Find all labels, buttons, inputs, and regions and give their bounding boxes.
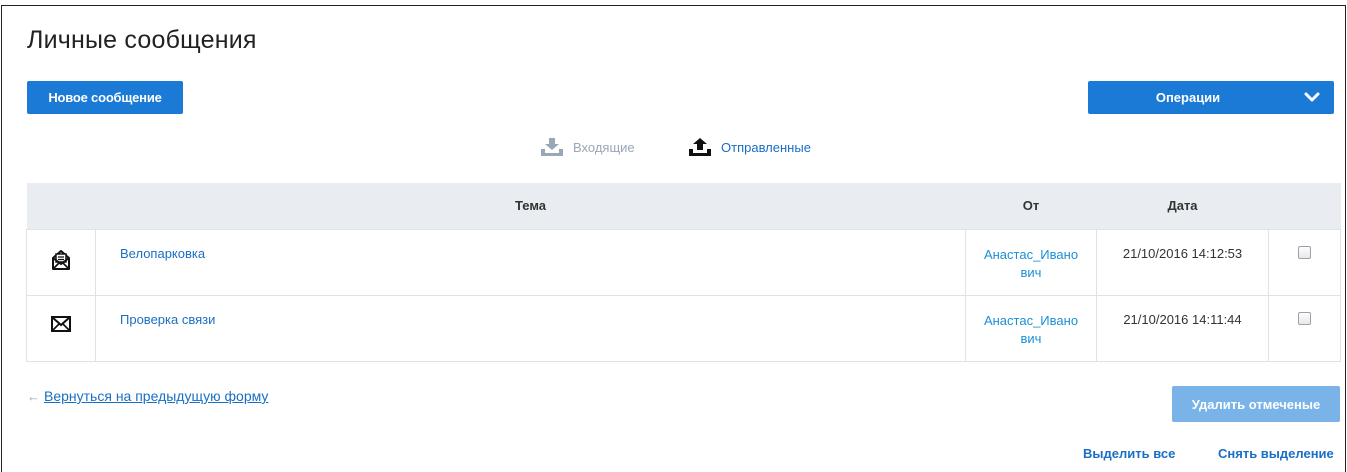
operations-label: Операции bbox=[1155, 90, 1221, 105]
message-checkbox[interactable] bbox=[1298, 311, 1311, 325]
message-checkbox-cell bbox=[1268, 228, 1341, 296]
back-arrow-icon: ← bbox=[27, 388, 40, 404]
message-checkbox-cell bbox=[1268, 294, 1341, 362]
folder-inbox-label: Входящие bbox=[573, 139, 635, 155]
sender-name-line1: Анастас_Ивано bbox=[983, 246, 1079, 262]
operations-dropdown-button[interactable]: Операции bbox=[1088, 81, 1334, 114]
message-checkbox[interactable] bbox=[1298, 245, 1311, 259]
table-row[interactable]: Велопарковка Анастас_Ивано вич 21/10/201… bbox=[26, 228, 1341, 296]
message-subject-link[interactable]: Проверка связи bbox=[95, 294, 966, 362]
envelope-open-icon bbox=[52, 249, 70, 270]
back-link-label[interactable]: Вернуться на предыдущую форму bbox=[44, 388, 268, 404]
sender-name-line1: Анастас_Ивано bbox=[983, 312, 1079, 328]
inbox-download-icon bbox=[541, 138, 563, 156]
envelope-icon bbox=[51, 315, 71, 332]
delete-selected-button[interactable]: Удалить отмеченые bbox=[1172, 386, 1340, 422]
message-date: 21/10/2016 14:12:53 bbox=[1096, 228, 1269, 296]
back-link[interactable]: ← Вернуться на предыдущую форму bbox=[27, 388, 268, 404]
chevron-down-icon bbox=[1304, 92, 1320, 102]
folder-sent-label: Отправленные bbox=[721, 139, 811, 155]
message-sender-link[interactable]: Анастас_Ивано вич bbox=[965, 228, 1097, 296]
message-sender-link[interactable]: Анастас_Ивано вич bbox=[965, 294, 1097, 362]
new-message-button[interactable]: Новое сообщение bbox=[27, 81, 183, 114]
sent-upload-icon bbox=[689, 138, 711, 156]
message-icon-cell bbox=[26, 228, 96, 296]
folder-sent[interactable]: Отправленные bbox=[689, 138, 811, 156]
table-row[interactable]: Проверка связи Анастас_Ивано вич 21/10/2… bbox=[26, 294, 1341, 362]
deselect-all-link[interactable]: Снять выделение bbox=[1218, 446, 1334, 461]
column-subject-header[interactable]: Тема bbox=[95, 183, 966, 229]
sender-name-line2: вич bbox=[1020, 330, 1042, 346]
select-all-link[interactable]: Выделить все bbox=[1083, 446, 1175, 461]
message-date: 21/10/2016 14:11:44 bbox=[1096, 294, 1269, 362]
column-checkbox-header bbox=[1268, 183, 1341, 229]
message-icon-cell bbox=[26, 294, 96, 362]
page-title: Личные сообщения bbox=[27, 26, 257, 54]
table-header-row: Тема От Дата bbox=[26, 183, 1341, 229]
message-subject-link[interactable]: Велопарковка bbox=[95, 228, 966, 296]
folder-switcher: Входящие Отправленные bbox=[0, 138, 1347, 162]
messages-table: Тема От Дата Велопарковка Анастас_Ивано … bbox=[26, 183, 1341, 362]
column-date-header[interactable]: Дата bbox=[1096, 183, 1269, 229]
column-icon-header bbox=[26, 183, 96, 229]
sender-name-line2: вич bbox=[1020, 264, 1042, 280]
folder-inbox[interactable]: Входящие bbox=[541, 138, 635, 156]
column-from-header[interactable]: От bbox=[965, 183, 1097, 229]
